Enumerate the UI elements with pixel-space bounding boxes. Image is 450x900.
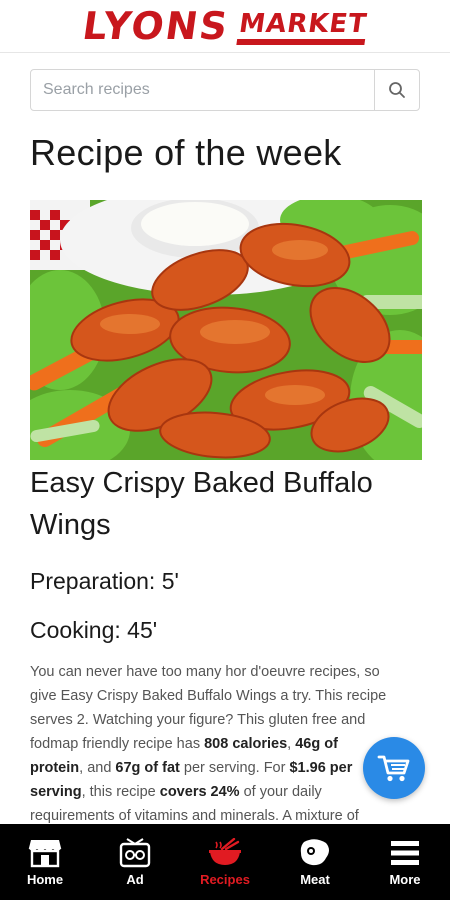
- nav-item-meat[interactable]: Meat: [275, 838, 355, 887]
- logo-word-lyons: LYONS: [80, 4, 233, 48]
- nav-label-meat: Meat: [300, 871, 330, 887]
- preparation-time: Preparation: 5': [30, 568, 179, 594]
- meat-icon: [300, 838, 329, 865]
- recipe-image[interactable]: [30, 200, 422, 460]
- nav-label-recipes: Recipes: [200, 871, 250, 887]
- main-content[interactable]: Recipe of the week: [0, 52, 450, 824]
- desc-coverage: covers 24%: [159, 784, 240, 800]
- search-icon: [389, 82, 405, 98]
- bottom-navbar: Home Ad Recipes Meat More: [0, 824, 450, 900]
- store-icon: [28, 839, 62, 867]
- nav-item-recipes[interactable]: Recipes: [185, 837, 265, 887]
- desc-text: , this recipe: [81, 784, 160, 800]
- nav-label-more: More: [389, 871, 421, 887]
- cart-button[interactable]: [363, 737, 425, 799]
- search-input[interactable]: [31, 70, 374, 110]
- buffalo-wings-photo: [30, 200, 422, 460]
- nav-item-ad[interactable]: Ad: [95, 837, 175, 887]
- search-bar: [30, 69, 420, 111]
- logo-word-market: MARKET: [237, 9, 370, 39]
- search-button[interactable]: [374, 70, 419, 110]
- recipe-description: You can never have too many hor d'oeuvre…: [30, 660, 392, 824]
- recipes-icon: [209, 837, 241, 865]
- recipe-title: Easy Crispy Baked Buffalo Wings: [30, 467, 373, 541]
- desc-calories: 808 calories: [204, 736, 288, 752]
- desc-text: per serving. For: [179, 760, 290, 776]
- cart-icon: [377, 755, 410, 782]
- app-header: LYONS MARKET: [0, 0, 450, 53]
- menu-icon: [391, 840, 419, 865]
- desc-text: , and: [79, 760, 116, 776]
- cooking-time: Cooking: 45': [30, 617, 158, 643]
- desc-fat: 67g of fat: [115, 760, 180, 776]
- logo-market-block: MARKET: [236, 9, 370, 45]
- logo-underline-bar: [236, 39, 365, 45]
- section-title: Recipe of the week: [30, 132, 342, 173]
- nav-label-ad: Ad: [126, 871, 144, 887]
- lyons-market-logo[interactable]: LYONS MARKET: [80, 4, 370, 48]
- nav-label-home: Home: [26, 871, 64, 887]
- nav-item-home[interactable]: Home: [5, 838, 85, 887]
- ad-icon: [119, 837, 151, 867]
- nav-item-more[interactable]: More: [365, 838, 445, 887]
- desc-text: ,: [287, 736, 296, 752]
